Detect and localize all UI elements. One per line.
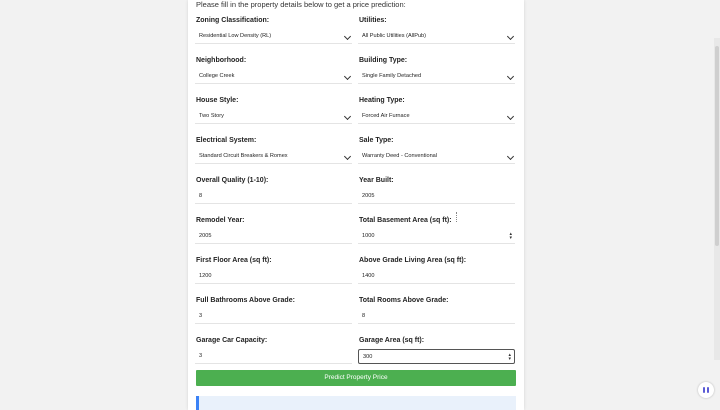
form-intro: Please fill in the property details belo…: [196, 0, 406, 9]
garage-area-value: 300: [363, 354, 373, 360]
remodel-year-value: 2005: [199, 233, 212, 239]
first-floor-area-input[interactable]: 1200: [195, 269, 352, 284]
prediction-result-box: [196, 396, 516, 410]
house-style-select[interactable]: Two Story: [195, 109, 352, 124]
electrical-system-value: Standard Circuit Breakers & Romex: [199, 153, 288, 159]
heating-type-select[interactable]: Forced Air Furnace: [358, 109, 515, 124]
sale-type-value: Warranty Deed - Conventional: [362, 153, 438, 159]
heating-type-value: Forced Air Furnace: [362, 113, 410, 119]
chevron-down-icon: [506, 152, 515, 161]
full-bathrooms-above-grade-label: Full Bathrooms Above Grade:: [196, 297, 295, 304]
total-basement-area-value: 1000: [362, 233, 375, 239]
garage-area-label: Garage Area (sq ft):: [359, 337, 425, 344]
total-rooms-above-grade-input[interactable]: 8: [358, 309, 515, 324]
sale-type-label: Sale Type:: [359, 137, 394, 144]
first-floor-area-value: 1200: [199, 273, 212, 279]
chevron-down-icon: [343, 112, 352, 121]
first-floor-area-label: First Floor Area (sq ft):: [196, 257, 272, 264]
year-built-label: Year Built:: [359, 177, 394, 184]
year-built-input[interactable]: 2005: [358, 189, 515, 204]
chevron-down-icon: [343, 32, 352, 41]
total-basement-area-input[interactable]: 1000 ▴ ▾: [358, 229, 515, 244]
heating-type-label: Heating Type:: [359, 97, 405, 104]
spinner-icon[interactable]: ▴ ▾: [509, 232, 512, 241]
chevron-down-icon: [506, 32, 515, 41]
utilities-select[interactable]: All Public Utilities (AllPub): [358, 29, 515, 44]
overall-quality-value: 8: [199, 193, 203, 199]
building-type-select[interactable]: Single Family Detached: [358, 69, 515, 84]
neighborhood-value: College Creek: [199, 73, 235, 79]
total-rooms-above-grade-label: Total Rooms Above Grade:: [359, 297, 449, 304]
above-grade-living-area-label: Above Grade Living Area (sq ft):: [359, 257, 467, 264]
above-grade-living-area-input[interactable]: 1400: [358, 269, 515, 284]
assistant-widget-icon[interactable]: [698, 382, 714, 398]
text-cursor: [456, 212, 458, 222]
zoning-classification-label: Zoning Classification:: [196, 17, 270, 24]
year-built-value: 2005: [362, 193, 375, 199]
garage-car-capacity-value: 3: [199, 353, 203, 359]
electrical-system-label: Electrical System:: [196, 137, 257, 144]
garage-car-capacity-label: Garage Car Capacity:: [196, 337, 268, 344]
electrical-system-select[interactable]: Standard Circuit Breakers & Romex: [195, 149, 352, 164]
building-type-label: Building Type:: [359, 57, 408, 64]
above-grade-living-area-value: 1400: [362, 273, 375, 279]
remodel-year-input[interactable]: 2005: [195, 229, 352, 244]
house-style-label: House Style:: [196, 97, 239, 104]
chevron-down-icon: [343, 72, 352, 81]
garage-car-capacity-input[interactable]: 3: [195, 349, 352, 364]
predict-button[interactable]: Predict Property Price: [196, 370, 516, 386]
overall-quality-label: Overall Quality (1-10):: [196, 177, 269, 184]
garage-area-input[interactable]: 300 ▴ ▾: [358, 349, 515, 364]
neighborhood-select[interactable]: College Creek: [195, 69, 352, 84]
utilities-label: Utilities:: [359, 17, 387, 24]
full-bathrooms-above-grade-input[interactable]: 3: [195, 309, 352, 324]
total-basement-area-label: Total Basement Area (sq ft):: [359, 217, 452, 224]
utilities-value: All Public Utilities (AllPub): [362, 33, 427, 39]
building-type-value: Single Family Detached: [362, 73, 422, 79]
spinner-icon[interactable]: ▴ ▾: [508, 353, 511, 362]
remodel-year-label: Remodel Year:: [196, 217, 245, 224]
chevron-down-icon: [343, 152, 352, 161]
chevron-down-icon: [506, 72, 515, 81]
neighborhood-label: Neighborhood:: [196, 57, 247, 64]
zoning-classification-select[interactable]: Residential Low Density (RL): [195, 29, 352, 44]
scrollbar-thumb[interactable]: [715, 46, 719, 246]
house-style-value: Two Story: [199, 113, 224, 119]
zoning-classification-value: Residential Low Density (RL): [199, 33, 272, 39]
overall-quality-input[interactable]: 8: [195, 189, 352, 204]
page-scrollbar[interactable]: [714, 38, 720, 360]
full-bathrooms-above-grade-value: 3: [199, 313, 203, 319]
chevron-down-icon: [506, 112, 515, 121]
total-rooms-above-grade-value: 8: [362, 313, 366, 319]
sale-type-select[interactable]: Warranty Deed - Conventional: [358, 149, 515, 164]
